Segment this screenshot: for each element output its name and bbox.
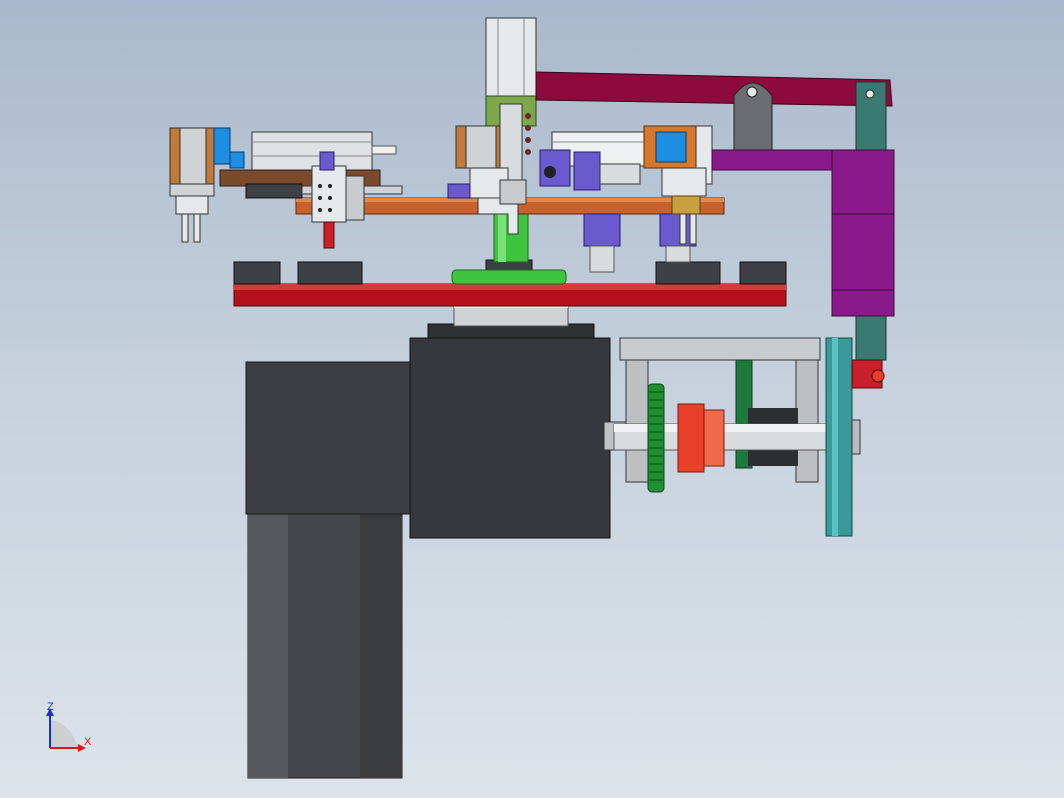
z-axis-label: Z <box>47 701 54 713</box>
drive-motor <box>245 361 413 779</box>
axis-triad: Z X <box>46 701 92 752</box>
gearbox <box>409 323 627 539</box>
cad-viewport[interactable]: Z X <box>0 0 1064 798</box>
x-axis-label: X <box>84 736 92 748</box>
drive-gear <box>647 383 665 493</box>
shaft-coupling <box>677 403 725 473</box>
turntable <box>233 283 787 307</box>
left-slide-cylinder <box>219 131 403 199</box>
assembly-drawing[interactable]: Z X <box>0 0 1064 798</box>
right-slide-cylinder <box>539 131 645 191</box>
follower-roller <box>851 359 885 389</box>
green-base-ring <box>451 269 567 285</box>
